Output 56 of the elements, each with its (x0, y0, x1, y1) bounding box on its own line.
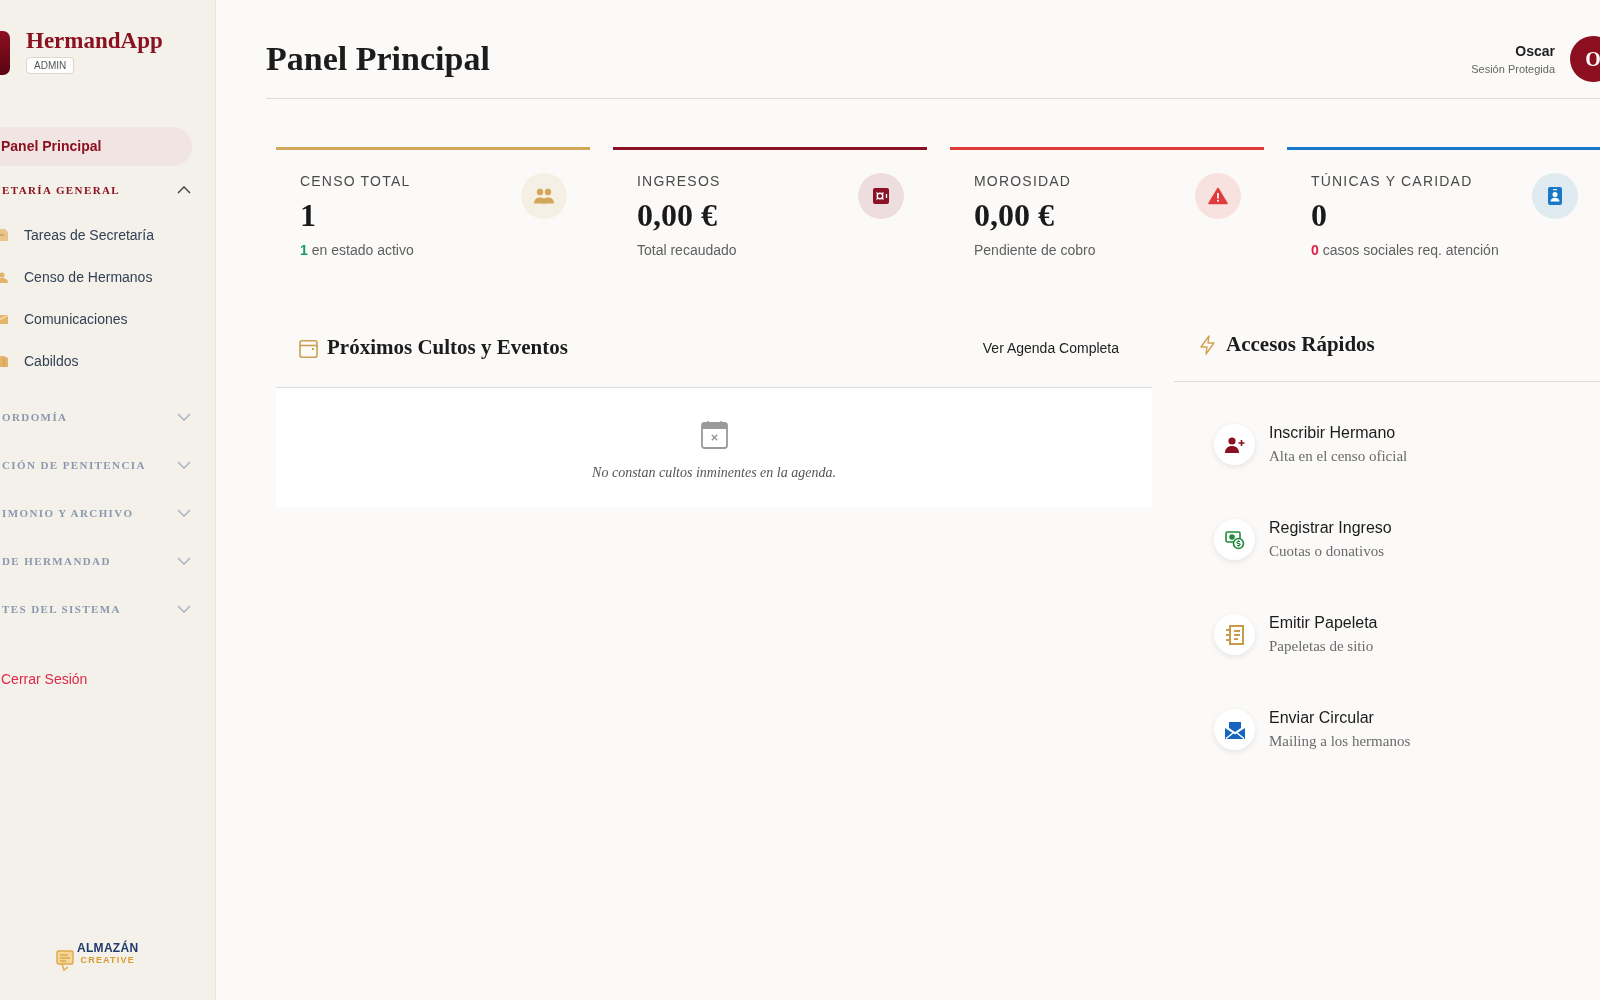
safe-icon (858, 173, 904, 219)
envelope-icon (0, 314, 8, 324)
stat-note: Total recaudado (637, 241, 737, 260)
section-title: Accesos Rápidos (1226, 331, 1375, 359)
view-agenda-link[interactable]: Ver Agenda Completa (982, 337, 1119, 359)
chevron-down-icon (177, 557, 191, 565)
stat-count: 1 (300, 241, 308, 260)
quick-action-button[interactable]: Registrar Ingreso Cuotas o donativos (1214, 492, 1392, 587)
calendar-icon (299, 338, 318, 358)
role-badge: ADMIN (26, 57, 75, 74)
stat-count: 0 (1311, 241, 1319, 260)
quick-action-button[interactable]: Enviar Circular Mailing a los hermanos (1214, 682, 1411, 777)
quick-action-button[interactable]: Emitir Papeleta Papeletas de sitio (1214, 587, 1378, 682)
chevron-down-icon (177, 413, 191, 421)
box-icon (0, 355, 8, 367)
nav-item[interactable]: Censo de Hermanos (0, 256, 192, 298)
page-title: Panel Principal (266, 39, 490, 79)
empty-message: No constan cultos inminentes en la agenda. (592, 464, 836, 482)
chevron-up-icon (177, 186, 191, 194)
logout-link[interactable]: Cerrar Sesión (0, 659, 88, 699)
stat-note: en estado activo (311, 241, 414, 260)
quick-action-button[interactable]: Inscribir Hermano Alta en el censo oficial (1214, 397, 1408, 492)
document-icon (0, 229, 8, 241)
logo-wordmark: ALMAZÁN (77, 942, 139, 955)
chevron-down-icon (177, 461, 191, 469)
stat-label: CENSO TOTAL (300, 172, 412, 191)
stat-note: casos sociales req. atención (1322, 241, 1499, 260)
document-chat-icon (56, 950, 76, 972)
nav-item[interactable]: Comunicaciones (0, 298, 192, 340)
calendar-x-icon (700, 420, 728, 449)
app-logo-icon (0, 31, 10, 75)
stat-value: 0 (1311, 197, 1328, 233)
section-title: Próximos Cultos y Eventos (327, 334, 568, 362)
person-icon (0, 271, 8, 283)
nav-item[interactable]: Cabildos (0, 340, 192, 382)
nav-item[interactable]: Tareas de Secretaría (0, 214, 192, 256)
logo-tagline: CREATIVE (80, 955, 135, 966)
stat-value: 1 (300, 197, 317, 233)
user-name: Oscar (1515, 41, 1555, 61)
stat-note: Pendiente de cobro (974, 241, 1096, 260)
stat-label: INGRESOS (637, 172, 722, 191)
stat-value: 0,00 € (974, 197, 1055, 233)
stat-label: MOROSIDAD (974, 172, 1073, 191)
people-icon (521, 173, 567, 219)
brand-name: HermandApp (26, 28, 163, 54)
stat-value: 0,00 € (637, 197, 718, 233)
session-status: Sesión Protegida (1471, 61, 1555, 77)
id-badge-icon (1532, 173, 1578, 219)
warning-icon (1195, 173, 1241, 219)
section-toggle[interactable]: ETARÍA GENERAL (0, 166, 191, 214)
stat-label: TÚNICAS Y CARIDAD (1311, 172, 1474, 191)
chevron-down-icon (177, 605, 191, 613)
nav-item[interactable]: Panel Principal (0, 127, 192, 166)
chevron-down-icon (177, 509, 191, 517)
lightning-icon (1200, 335, 1215, 355)
user-avatar[interactable]: O (1570, 36, 1600, 82)
